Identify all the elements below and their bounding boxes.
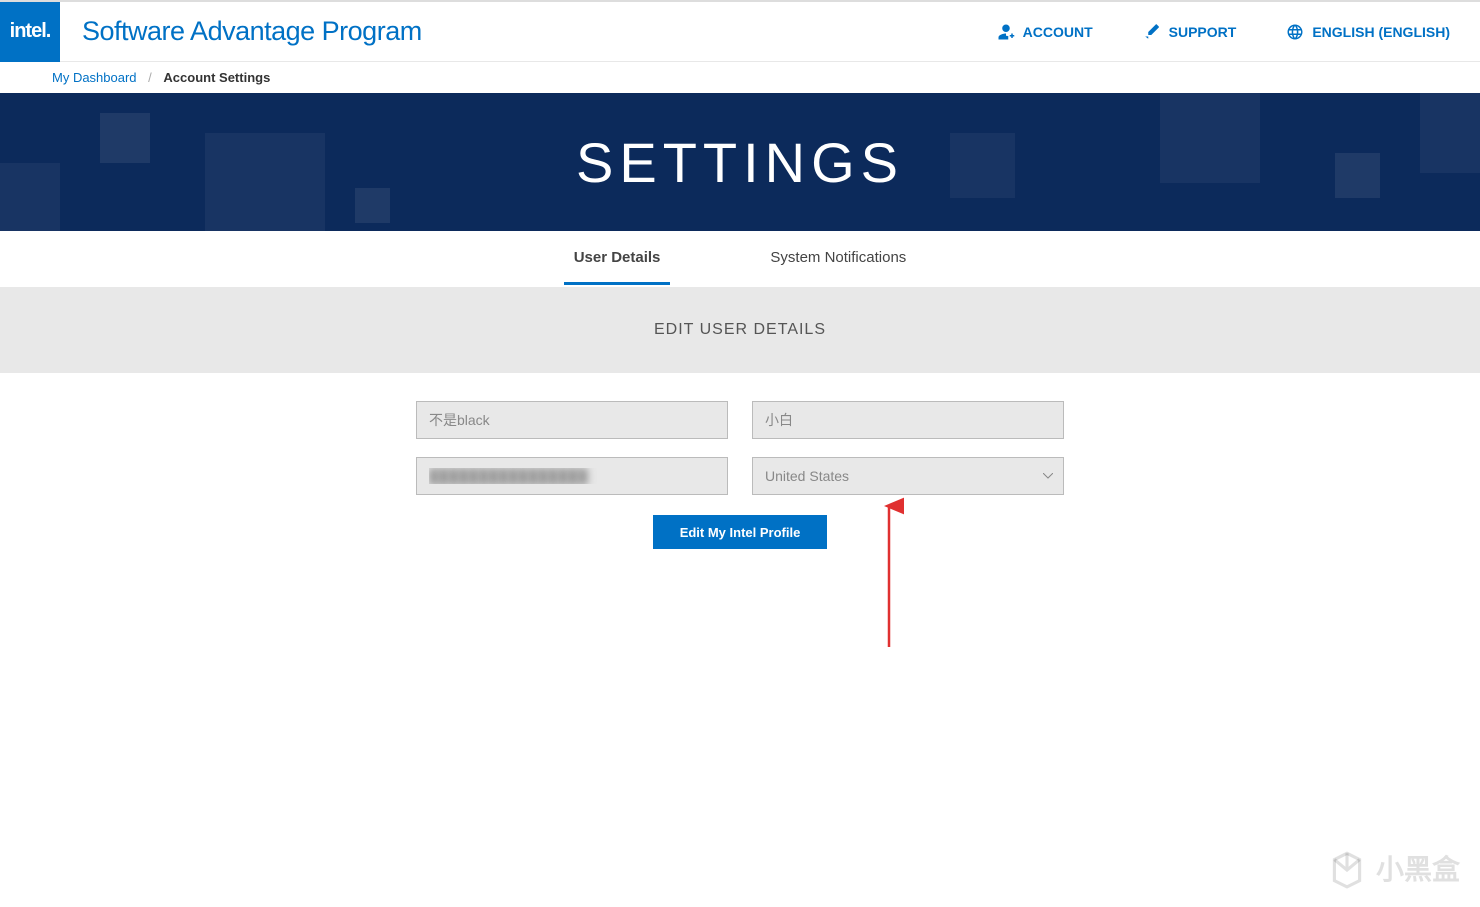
account-label: ACCOUNT <box>1023 24 1093 40</box>
user-details-form: United States Edit My Intel Profile <box>0 401 1480 549</box>
breadcrumb-separator: / <box>148 70 152 85</box>
intel-logo[interactable]: intel. <box>0 2 60 62</box>
header: intel. Software Advantage Program ACCOUN… <box>0 2 1480 62</box>
breadcrumb: My Dashboard / Account Settings <box>0 62 1480 93</box>
breadcrumb-current: Account Settings <box>163 70 270 85</box>
section-edit-user-details: EDIT USER DETAILS <box>0 287 1480 373</box>
tab-user-details[interactable]: User Details <box>564 233 671 285</box>
first-name-input[interactable] <box>416 401 728 439</box>
breadcrumb-home[interactable]: My Dashboard <box>52 70 137 85</box>
email-input[interactable] <box>416 457 728 495</box>
watermark-text: 小黑盒 <box>1376 848 1460 888</box>
top-nav: ACCOUNT SUPPORT ENGLISH (ENGLISH) <box>997 23 1480 41</box>
account-link[interactable]: ACCOUNT <box>997 23 1093 41</box>
support-icon <box>1143 23 1161 41</box>
last-name-input[interactable] <box>752 401 1064 439</box>
account-icon <box>997 23 1015 41</box>
edit-profile-button[interactable]: Edit My Intel Profile <box>653 515 827 549</box>
settings-banner: SETTINGS <box>0 93 1480 231</box>
logo-text: intel. <box>10 20 51 43</box>
watermark-logo-icon <box>1326 847 1368 889</box>
watermark: 小黑盒 <box>1326 847 1460 889</box>
globe-icon <box>1286 23 1304 41</box>
support-link[interactable]: SUPPORT <box>1143 23 1237 41</box>
country-select[interactable]: United States <box>752 457 1064 495</box>
banner-title: SETTINGS <box>576 130 904 195</box>
tab-system-notifications[interactable]: System Notifications <box>760 233 916 285</box>
brand-title[interactable]: Software Advantage Program <box>82 16 422 47</box>
language-label: ENGLISH (ENGLISH) <box>1312 24 1450 40</box>
support-label: SUPPORT <box>1169 24 1237 40</box>
settings-tabs: User Details System Notifications <box>0 231 1480 287</box>
language-link[interactable]: ENGLISH (ENGLISH) <box>1286 23 1450 41</box>
